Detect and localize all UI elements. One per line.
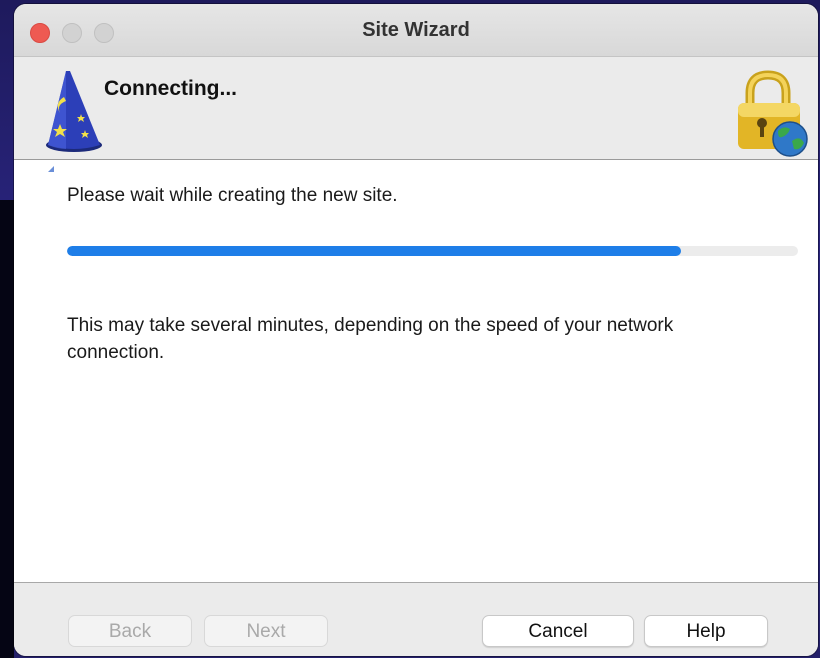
lock-globe-icon	[738, 70, 808, 157]
cancel-button[interactable]: Cancel	[482, 615, 634, 647]
background-strip	[0, 200, 14, 658]
resize-corner-mark	[48, 166, 54, 172]
wizard-hat-icon	[46, 71, 102, 152]
header-title: Connecting...	[104, 77, 237, 100]
site-wizard-window: Site Wizard Connecting... Please wait wh…	[14, 4, 818, 656]
wizard-content: Please wait while creating the new site.…	[14, 160, 818, 582]
wait-message: Please wait while creating the new site.	[67, 185, 398, 206]
wizard-footer: Back Next Cancel Help	[14, 582, 818, 656]
window-title: Site Wizard	[362, 19, 470, 41]
help-button[interactable]: Help	[644, 615, 768, 647]
next-button[interactable]: Next	[204, 615, 328, 647]
info-message: This may take several minutes, depending…	[67, 315, 674, 363]
back-button[interactable]: Back	[68, 615, 192, 647]
title-bar[interactable]: Site Wizard	[14, 4, 818, 57]
progress-bar	[67, 246, 798, 256]
wizard-header: Connecting...	[14, 57, 818, 160]
progress-bar-fill	[67, 246, 682, 256]
